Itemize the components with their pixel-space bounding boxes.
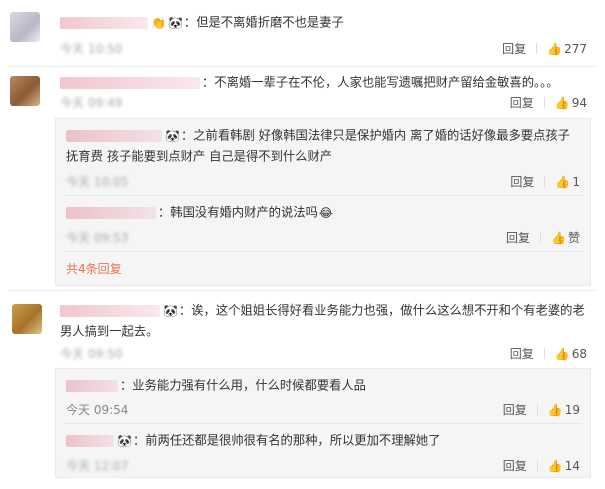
reply-button[interactable]: 回复 <box>502 42 526 56</box>
username[interactable] <box>66 206 156 219</box>
comment-body: 🐼：诶，这个姐姐长得好看业务能力也强，做什么这么想不开和个有老婆的老男人搞到一起… <box>60 300 587 341</box>
comment-text: ：不离婚一辈子在不伦，人家也能写遗嘱把财产留给金敏喜的。。。 <box>202 75 559 90</box>
reply-meta: 今天 10:05 回复 👍 1 <box>66 173 580 191</box>
thumbs-up-icon[interactable]: 👍 <box>548 459 563 473</box>
comment: ：不离婚一辈子在不伦，人家也能写遗嘱把财产留给金敏喜的。。。 今天 09:49 … <box>0 66 605 288</box>
separator <box>539 232 541 243</box>
reply-meta: 今天 09:53 回复 👍 赞 <box>66 229 580 247</box>
laughing-face-emoji: 😂 <box>318 205 333 220</box>
comment: 🐼：诶，这个姐姐长得好看业务能力也强，做什么这么想不开和个有老婆的老男人搞到一起… <box>0 290 605 489</box>
reply-button[interactable]: 回复 <box>510 96 534 110</box>
reply-body: 🐼：前两任还都是很帅很有名的那种，所以更加不理解她了 <box>66 430 580 451</box>
comment-text: ：但是不离婚折磨不也是妻子 <box>183 15 344 30</box>
comment-meta: 今天 10:50 回复 👍 277 <box>60 40 587 58</box>
view-all-replies-link[interactable]: 共4条回复 <box>66 260 122 277</box>
panda-face-emoji: 🐼 <box>163 303 178 318</box>
reply-button[interactable]: 回复 <box>506 231 530 245</box>
comment-meta: 今天 09:50 回复 👍 68 <box>60 345 587 363</box>
reply-meta: 今天 12:07 回复 👍 14 <box>66 457 580 475</box>
username[interactable] <box>66 379 118 392</box>
avatar[interactable] <box>10 76 40 106</box>
separator <box>543 97 545 108</box>
panda-face-emoji: 🐼 <box>167 15 183 30</box>
reply-actions: 回复 👍 14 <box>503 457 580 474</box>
like-count[interactable]: 14 <box>565 459 580 473</box>
divider <box>64 251 582 252</box>
reply-item: 🐼：之前看韩剧 好像韩国法律只是保护婚内 离了婚的话好像最多要点孩子抚育费 孩子… <box>56 119 590 195</box>
comment-actions: 回复 👍 94 <box>510 94 587 111</box>
reply-meta: 今天 09:54 回复 👍 19 <box>66 401 580 419</box>
timestamp: 今天 10:05 <box>66 175 129 189</box>
timestamp: 今天 10:50 <box>60 42 123 56</box>
panda-face-emoji: 🐼 <box>165 128 180 143</box>
reply-item: ：韩国没有婚内财产的说法吗😂 今天 09:53 回复 👍 赞 <box>56 196 590 250</box>
like-count[interactable]: 68 <box>572 347 587 361</box>
reply-item: 🐼：前两任还都是很帅很有名的那种，所以更加不理解她了 今天 12:07 回复 👍 1… <box>56 424 590 478</box>
reply-actions: 回复 👍 1 <box>510 173 580 190</box>
reply-list: 🐼：之前看韩剧 好像韩国法律只是保护婚内 离了婚的话好像最多要点孩子抚育费 孩子… <box>55 118 591 286</box>
timestamp: 今天 09:49 <box>60 96 123 110</box>
reply-body: 🐼：之前看韩剧 好像韩国法律只是保护婚内 离了婚的话好像最多要点孩子抚育费 孩子… <box>66 125 580 166</box>
reply-button[interactable]: 回复 <box>510 175 534 189</box>
username[interactable] <box>66 434 114 447</box>
timestamp: 今天 09:53 <box>66 231 129 245</box>
reply-text: ：业务能力强有什么用，什么时候都要看人品 <box>120 378 366 393</box>
avatar[interactable] <box>12 304 42 334</box>
reply-button[interactable]: 回复 <box>503 459 527 473</box>
clapping-hands-emoji: 👏 <box>151 15 166 30</box>
separator <box>544 176 546 187</box>
thumbs-up-icon[interactable]: 👍 <box>547 42 562 56</box>
username[interactable] <box>66 129 162 142</box>
thumbs-up-icon[interactable]: 👍 <box>555 96 570 110</box>
thumbs-up-icon[interactable]: 👍 <box>551 231 566 245</box>
comment-body: ：不离婚一辈子在不伦，人家也能写遗嘱把财产留给金敏喜的。。。 <box>60 72 587 93</box>
username[interactable] <box>60 304 160 317</box>
like-count[interactable]: 赞 <box>568 231 580 245</box>
like-count[interactable]: 277 <box>564 42 587 56</box>
panda-face-emoji: 🐼 <box>117 433 132 448</box>
comment-actions: 回复 👍 68 <box>510 345 587 362</box>
reply-body: ：韩国没有婚内财产的说法吗😂 <box>66 202 580 223</box>
reply-item: ：业务能力强有什么用，什么时候都要看人品 今天 09:54 回复 👍 19 <box>56 369 590 423</box>
reply-list: ：业务能力强有什么用，什么时候都要看人品 今天 09:54 回复 👍 19 🐼：前两… <box>55 368 591 478</box>
thumbs-up-icon[interactable]: 👍 <box>555 347 570 361</box>
separator <box>536 460 538 471</box>
reply-button[interactable]: 回复 <box>510 347 534 361</box>
timestamp: 今天 09:50 <box>60 347 123 361</box>
like-count[interactable]: 1 <box>572 175 580 189</box>
reply-actions: 回复 👍 19 <box>503 401 580 418</box>
reply-button[interactable]: 回复 <box>503 403 527 417</box>
reply-text: ：韩国没有婚内财产的说法吗 <box>158 205 318 220</box>
separator <box>536 404 538 415</box>
comment-actions: 回复 👍 277 <box>502 40 587 57</box>
thumbs-up-icon[interactable]: 👍 <box>555 175 570 189</box>
separator <box>536 43 538 54</box>
username[interactable] <box>60 76 200 89</box>
comment: 👏 🐼：但是不离婚折磨不也是妻子 今天 10:50 回复 👍 277 <box>0 0 605 66</box>
comment-body: 👏 🐼：但是不离婚折磨不也是妻子 <box>60 12 587 33</box>
username[interactable] <box>60 16 148 29</box>
like-count[interactable]: 94 <box>572 96 587 110</box>
reply-body: ：业务能力强有什么用，什么时候都要看人品 <box>66 375 580 396</box>
thumbs-up-icon[interactable]: 👍 <box>548 403 563 417</box>
reply-text: ：前两任还都是很帅很有名的那种，所以更加不理解她了 <box>132 433 441 448</box>
avatar[interactable] <box>10 12 40 42</box>
reply-actions: 回复 👍 赞 <box>506 229 580 246</box>
timestamp: 今天 12:07 <box>66 459 129 473</box>
comment-meta: 今天 09:49 回复 👍 94 <box>60 94 587 112</box>
separator <box>543 348 545 359</box>
timestamp: 今天 09:54 <box>66 403 129 417</box>
like-count[interactable]: 19 <box>565 403 580 417</box>
